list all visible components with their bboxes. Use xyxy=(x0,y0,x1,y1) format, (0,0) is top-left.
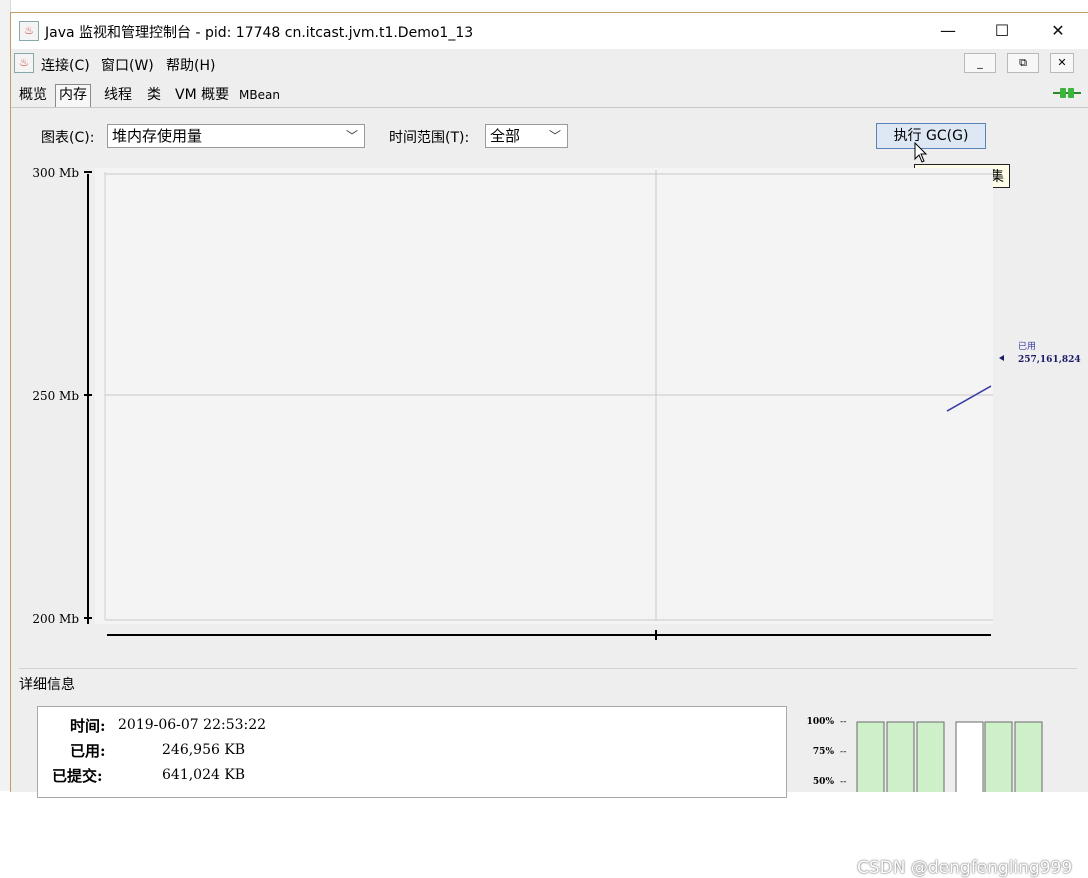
pool-tick-label: 100% xyxy=(807,717,835,727)
tab-overview[interactable]: 概览 xyxy=(15,84,51,108)
current-series-value: 257,161,824 xyxy=(1018,355,1081,365)
plot-area xyxy=(95,168,993,624)
close-button[interactable]: ✕ xyxy=(1035,13,1081,49)
internal-restore-button[interactable]: ⧉ xyxy=(1007,53,1039,73)
y-tick-label: 300 Mb xyxy=(32,166,79,180)
chart-selector-dropdown[interactable]: 堆内存使用量 ﹀ xyxy=(107,124,365,148)
time-range-label: 时间范围(T): xyxy=(389,130,470,146)
time-range-dropdown[interactable]: 全部 ﹀ xyxy=(485,124,568,148)
minimize-button[interactable]: — xyxy=(925,13,971,49)
memory-pool-bar[interactable] xyxy=(916,721,945,792)
chart-selector-value: 堆内存使用量 xyxy=(112,127,203,145)
pool-tick-label: 75% xyxy=(813,747,835,757)
dropdown-arrow-icon: ﹀ xyxy=(345,129,358,143)
tab-threads[interactable]: 线程 xyxy=(100,84,136,108)
current-series-name: 已用 xyxy=(1018,341,1036,352)
tab-vm-summary[interactable]: VM 概要 xyxy=(171,84,233,108)
pool-tick-dash: -- xyxy=(840,747,847,757)
detail-label-used: 已用: xyxy=(70,742,106,760)
y-tick-label: 250 Mb xyxy=(32,389,79,403)
java-icon: ♨ xyxy=(19,21,39,41)
menu-help[interactable]: 帮助(H) xyxy=(166,55,215,75)
memory-pool-bar[interactable] xyxy=(856,721,885,792)
internal-minimize-button[interactable]: _ xyxy=(964,53,996,73)
y-tick-label: 200 Mb xyxy=(32,612,79,626)
connection-plug-icon xyxy=(1053,88,1081,98)
detail-value-committed: 641,024 KB xyxy=(162,767,246,783)
tab-memory[interactable]: 内存 xyxy=(55,84,91,107)
java-icon: ♨ xyxy=(14,53,34,73)
memory-pool-bar[interactable] xyxy=(886,721,915,792)
detail-value-used: 246,956 KB xyxy=(162,742,246,758)
menu-bar: ♨ 连接(C) 窗口(W) 帮助(H) _ ⧉ ✕ xyxy=(11,49,1088,79)
current-value-marker xyxy=(999,355,1004,361)
memory-pool-bar[interactable] xyxy=(984,721,1013,792)
menu-connection[interactable]: 连接(C) xyxy=(41,55,90,75)
memory-pool-bar[interactable] xyxy=(1014,721,1043,792)
memory-pools-chart: 100% -- 75% -- 50% -- xyxy=(807,717,1043,792)
tab-bar: 概览 内存 线程 类 VM 概要 MBean xyxy=(11,79,1088,108)
detail-value-time: 2019-06-07 22:53:22 xyxy=(118,717,267,733)
tab-classes[interactable]: 类 xyxy=(143,84,165,108)
menu-window[interactable]: 窗口(W) xyxy=(101,55,154,75)
detail-label-committed: 已提交: xyxy=(52,767,103,785)
title-bar[interactable]: ♨ Java 监视和管理控制台 - pid: 17748 cn.itcast.j… xyxy=(11,13,1088,49)
memory-panel: 图表(C): 堆内存使用量 ﹀ 时间范围(T): 全部 ﹀ 执行 GC(G) 请… xyxy=(11,108,1088,878)
details-title: 详细信息 xyxy=(19,677,75,693)
pool-tick-label: 50% xyxy=(813,777,835,787)
heap-usage-chart: 300 Mb250 Mb200 Mb 22:53 已用257,161,824 xyxy=(32,166,1081,640)
internal-close-button[interactable]: ✕ xyxy=(1050,53,1074,73)
pool-tick-dash: -- xyxy=(840,777,847,787)
jconsole-window: ♨ Java 监视和管理控制台 - pid: 17748 cn.itcast.j… xyxy=(10,12,1088,878)
pool-tick-dash: -- xyxy=(840,717,847,727)
tab-mbean[interactable]: MBean xyxy=(235,84,284,108)
details-content: 时间: 2019-06-07 22:53:22 已用: 246,956 KB 已… xyxy=(37,706,787,798)
time-range-value: 全部 xyxy=(490,127,521,145)
window-title: Java 监视和管理控制台 - pid: 17748 cn.itcast.jvm… xyxy=(45,25,474,41)
perform-gc-button[interactable]: 执行 GC(G) xyxy=(876,123,986,149)
watermark: CSDN @dengfengling999 xyxy=(857,858,1073,878)
dropdown-arrow-icon: ﹀ xyxy=(548,129,561,143)
memory-pool-bar[interactable] xyxy=(955,721,984,792)
detail-label-time: 时间: xyxy=(70,717,106,735)
chart-selector-label: 图表(C): xyxy=(41,130,95,146)
maximize-button[interactable]: ☐ xyxy=(979,13,1025,49)
